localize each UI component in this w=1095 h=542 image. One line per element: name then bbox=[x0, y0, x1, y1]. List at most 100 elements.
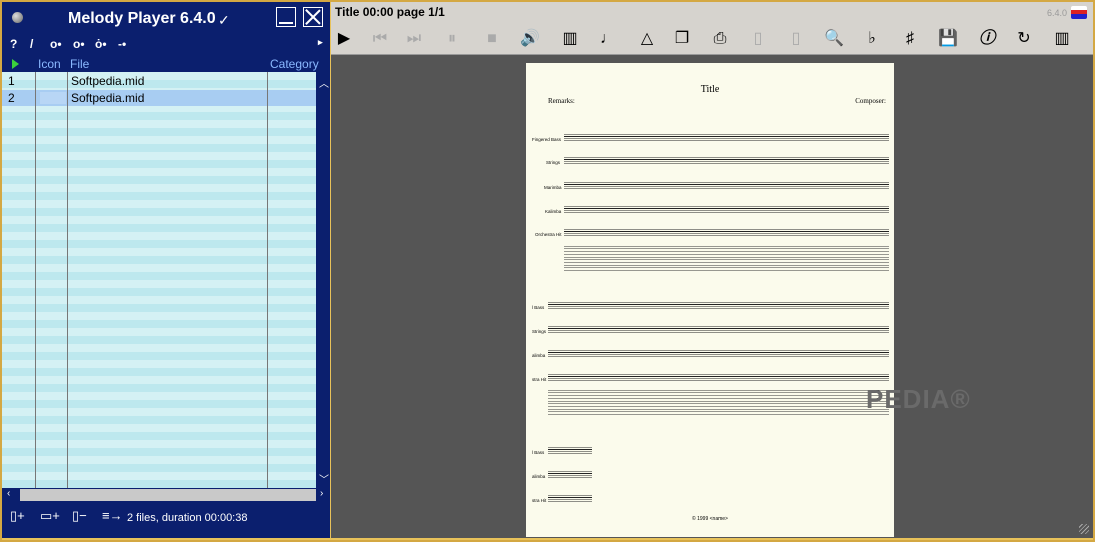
app-title: Melody Player 6.4.0 bbox=[68, 10, 216, 27]
player-toolbar: ▶ ⏮ ⏭ ⏸ ■ 🔊 ▥ ♩ △ ❐ ⎙ ▯ ▯ 🔍 ♭ ♯ 💾 ⓘ ↻ ▥ bbox=[331, 24, 1093, 55]
instrument-label: alimba bbox=[532, 474, 546, 479]
staff bbox=[564, 157, 889, 166]
edit-icon[interactable]: / bbox=[30, 37, 33, 51]
volume-icon[interactable]: 🔊 bbox=[519, 28, 541, 50]
previous-icon[interactable]: ⏮ bbox=[369, 28, 391, 50]
version-label: 6.4.0 bbox=[1046, 8, 1067, 18]
playlist-panel: Melody Player 6.4.0 ✓ ? / o• o• ȯ• -• ▸ … bbox=[2, 2, 330, 538]
viewer-title: Title 00:00 page 1/1 bbox=[335, 5, 445, 19]
help-icon[interactable]: ? bbox=[10, 37, 17, 51]
staff bbox=[548, 326, 889, 335]
column-divider bbox=[35, 72, 36, 488]
staff bbox=[548, 471, 592, 480]
instrument-label: stra Hit bbox=[532, 498, 547, 503]
play-icon[interactable]: ▶ bbox=[333, 28, 355, 50]
stop-icon[interactable]: ■ bbox=[481, 28, 503, 50]
file-list[interactable]: 1 Softpedia.mid 2 Softpedia.mid bbox=[2, 72, 316, 488]
sort-list-icon[interactable]: ≡→ bbox=[102, 508, 123, 523]
viewer-title-bar: Title 00:00 page 1/1 6.4.0 bbox=[331, 2, 1093, 24]
instrument-label: l Bass bbox=[532, 450, 545, 455]
staff bbox=[548, 495, 592, 504]
staff bbox=[548, 302, 889, 311]
row-number: 1 bbox=[8, 74, 15, 88]
horizontal-scrollbar[interactable]: ‹ › bbox=[2, 488, 330, 502]
playlist-toolbar: ? / o• o• ȯ• -• ▸ bbox=[2, 35, 330, 55]
file-name: Softpedia.mid bbox=[71, 91, 145, 105]
key-signature-icon[interactable]: ♯ bbox=[899, 28, 921, 50]
transpose-icon[interactable]: ♭ bbox=[861, 28, 883, 50]
scroll-thumb[interactable] bbox=[20, 489, 316, 501]
list-item-selected[interactable]: 2 Softpedia.mid bbox=[2, 90, 316, 106]
add-file-icon[interactable]: ▯+ bbox=[10, 508, 25, 524]
close-button[interactable] bbox=[303, 7, 323, 27]
scroll-left-icon[interactable]: ‹ bbox=[7, 488, 10, 499]
instrument-label: stra Hit bbox=[532, 377, 547, 382]
icon-column-header[interactable]: Icon bbox=[38, 57, 61, 71]
key-icon[interactable]: o• bbox=[50, 37, 62, 51]
key-add-icon[interactable]: o• bbox=[73, 37, 85, 51]
score-viewer: Title 00:00 page 1/1 6.4.0 ▶ ⏮ ⏭ ⏸ ■ 🔊 ▥… bbox=[331, 2, 1093, 538]
repeat-icon[interactable]: ↻ bbox=[1013, 28, 1035, 50]
pause-icon[interactable]: ⏸ bbox=[441, 28, 463, 50]
file-icon bbox=[40, 92, 66, 104]
file-column-header[interactable]: File bbox=[70, 57, 89, 71]
scroll-down-icon[interactable]: ﹀ bbox=[319, 471, 329, 486]
metronome-icon[interactable]: △ bbox=[636, 28, 658, 50]
instrument-label: l Bass bbox=[532, 305, 545, 310]
remove-file-icon[interactable]: ▯− bbox=[72, 508, 87, 524]
mixer-icon[interactable]: ▥ bbox=[559, 28, 581, 50]
scroll-right-icon[interactable]: › bbox=[320, 488, 323, 499]
score-remarks: Remarks: bbox=[548, 97, 575, 105]
add-folder-icon[interactable]: ▭+ bbox=[40, 508, 60, 524]
row-number: 2 bbox=[8, 91, 15, 105]
instrument-label: Strings bbox=[532, 329, 547, 334]
staff bbox=[564, 134, 889, 143]
app-menu-icon[interactable] bbox=[12, 12, 23, 23]
logo-icon bbox=[1071, 6, 1087, 19]
instrument-label: Strings bbox=[546, 160, 561, 165]
minimize-button[interactable] bbox=[276, 7, 296, 27]
staff bbox=[548, 447, 592, 456]
instrument-label: Orchestra Hit bbox=[535, 232, 562, 237]
staff bbox=[548, 350, 889, 359]
instrument-label: alimba bbox=[532, 353, 546, 358]
pages-icon[interactable]: ❐ bbox=[671, 28, 693, 50]
next-icon[interactable]: ⏭ bbox=[403, 28, 425, 50]
print-icon[interactable]: ⎙ bbox=[709, 28, 731, 50]
score-page: Title Remarks: Composer: Fingered Bass S… bbox=[526, 63, 894, 537]
key-up-icon[interactable]: ȯ• bbox=[95, 37, 107, 51]
vertical-scrollbar[interactable]: ︿ ﹀ bbox=[316, 72, 330, 488]
list-item[interactable]: 1 Softpedia.mid bbox=[2, 73, 316, 89]
copyright-text: © 1999 <name> bbox=[692, 516, 728, 522]
staff bbox=[564, 182, 889, 191]
category-column-header[interactable]: Category bbox=[270, 57, 319, 71]
percussion-staff bbox=[548, 390, 889, 417]
instrument-label: Kalimba bbox=[545, 209, 562, 214]
tempo-icon[interactable]: ♩ bbox=[597, 28, 619, 50]
save-icon[interactable]: 💾 bbox=[937, 28, 959, 50]
expand-arrow-icon[interactable]: ▸ bbox=[318, 37, 323, 48]
play-indicator-icon bbox=[12, 59, 19, 69]
page-prev-icon[interactable]: ▯ bbox=[747, 28, 769, 50]
checkmark-icon: ✓ bbox=[218, 12, 230, 28]
column-divider bbox=[267, 72, 268, 488]
key-remove-icon[interactable]: -• bbox=[118, 37, 126, 51]
percussion-staff bbox=[564, 246, 889, 273]
staff bbox=[564, 229, 889, 238]
status-text: 2 files, duration 00:00:38 bbox=[127, 512, 248, 524]
info-icon[interactable]: ⓘ bbox=[976, 28, 998, 50]
zoom-icon[interactable]: 🔍 bbox=[823, 28, 845, 50]
playlist-footer: ▯+ ▭+ ▯− ≡→ 2 files, duration 00:00:38 bbox=[2, 502, 330, 538]
piano-icon[interactable]: ▥ bbox=[1051, 28, 1073, 50]
title-bar: Melody Player 6.4.0 ✓ bbox=[2, 2, 330, 34]
scroll-up-icon[interactable]: ︿ bbox=[319, 75, 329, 90]
page-next-icon[interactable]: ▯ bbox=[785, 28, 807, 50]
list-header: Icon File Category bbox=[2, 56, 330, 72]
resize-grip-icon[interactable] bbox=[1079, 524, 1089, 534]
score-title: Title bbox=[700, 84, 720, 95]
file-name: Softpedia.mid bbox=[71, 74, 145, 88]
score-composer: Composer: bbox=[855, 97, 886, 105]
column-divider bbox=[67, 72, 68, 488]
staff bbox=[548, 374, 889, 383]
staff bbox=[564, 206, 889, 215]
